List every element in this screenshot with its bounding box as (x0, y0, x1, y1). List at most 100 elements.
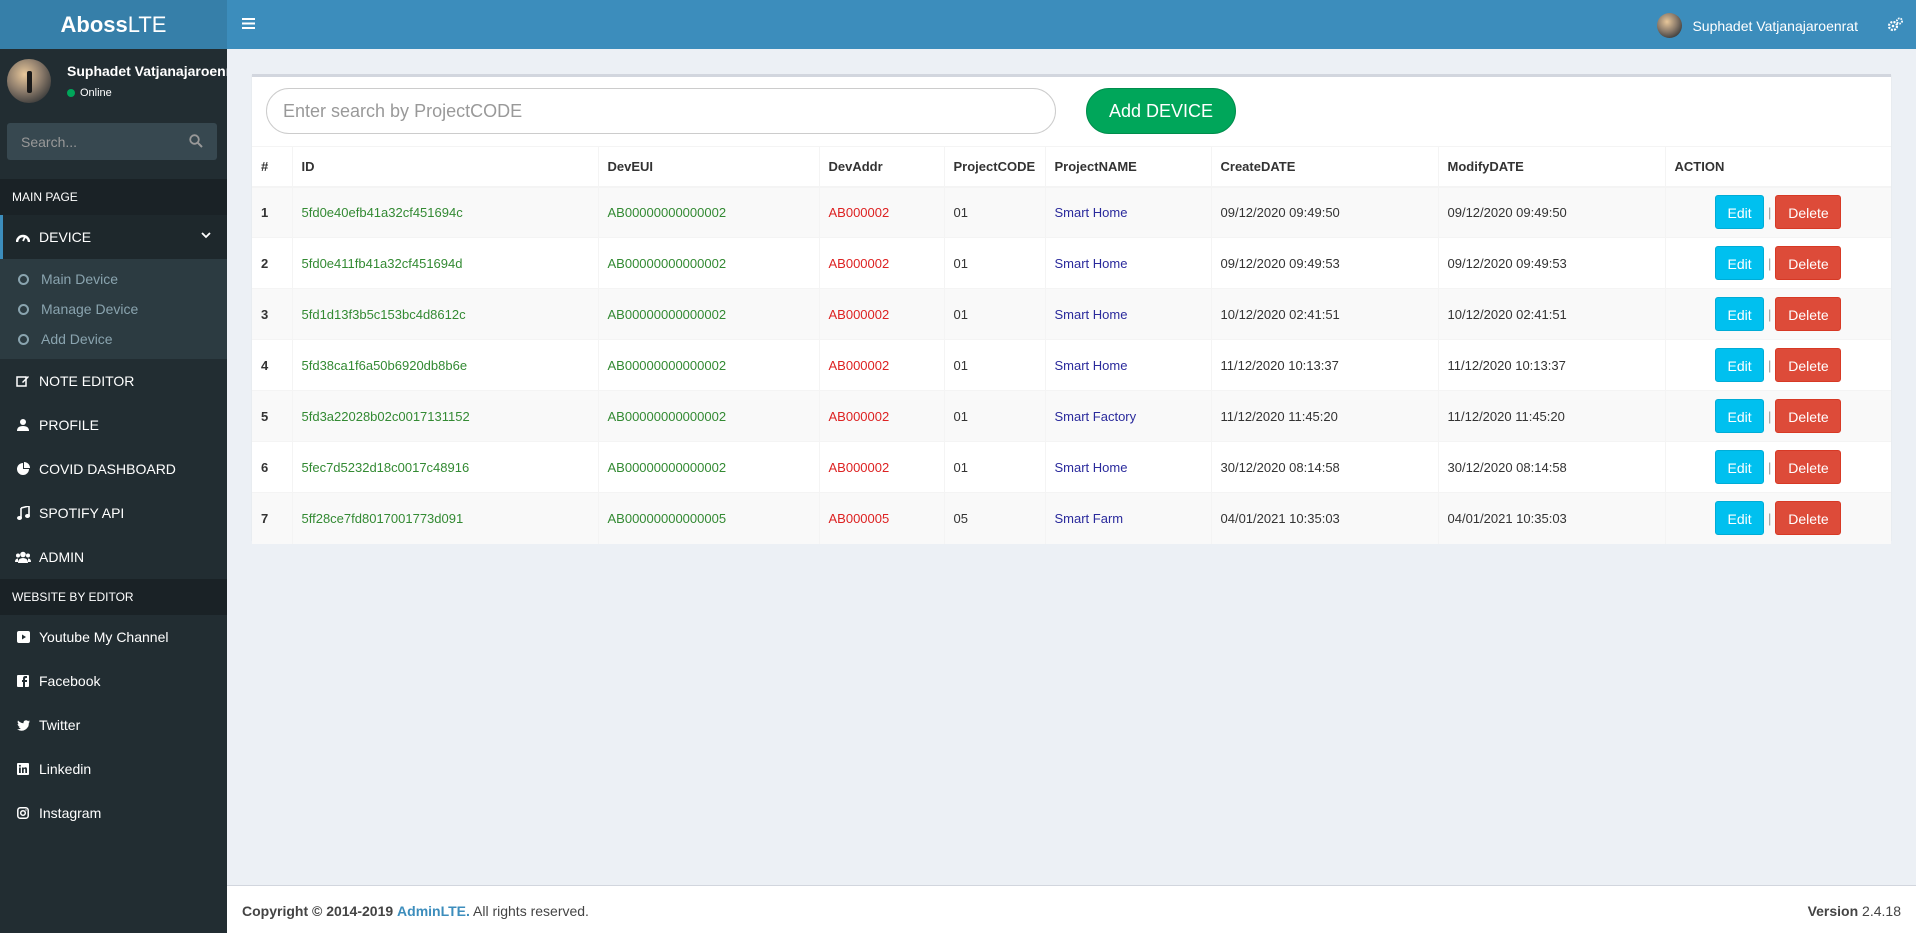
edit-icon (15, 374, 31, 388)
table-row: 6 5fec7d5232d18c0017c48916 AB0000000000000… (252, 441, 1891, 493)
music-icon (15, 506, 31, 520)
edit-button[interactable]: Edit (1715, 348, 1765, 382)
row-actions: Edit | Delete (1664, 339, 1891, 391)
device-id: 5fd38ca1f6a50b6920db8b6e (291, 339, 598, 391)
sidebar-item-note-editor[interactable]: NOTE EDITOR (0, 359, 227, 403)
column-header[interactable]: CreateDATE (1210, 146, 1438, 188)
column-header[interactable]: DevAddr (818, 146, 944, 188)
brand-bold: Aboss (60, 11, 128, 37)
sidebar-item-label: SPOTIFY API (39, 505, 125, 521)
project-name: Smart Home (1044, 441, 1211, 493)
sidebar-item-label: NOTE EDITOR (39, 373, 135, 389)
dev-addr: AB000002 (818, 288, 944, 340)
dev-eui: AB00000000000002 (597, 339, 819, 391)
delete-button[interactable]: Delete (1775, 195, 1842, 230)
copyright-text: Copyright © 2014-2019 (242, 903, 394, 919)
footer-copyright: Copyright © 2014-2019 AdminLTE. All righ… (242, 903, 589, 919)
user-status: Online (67, 87, 112, 99)
circle-icon (18, 333, 29, 345)
device-id: 5ff28ce7fd8017001773d091 (291, 492, 598, 544)
sidebar-link-youtube[interactable]: Youtube My Channel (0, 615, 227, 659)
sidebar-item-spotify-api[interactable]: SPOTIFY API (0, 491, 227, 535)
circle-icon (18, 303, 29, 315)
sidebar-link-instagram[interactable]: Instagram (0, 791, 227, 835)
row-index: 3 (252, 288, 292, 340)
column-header[interactable]: ModifyDATE (1437, 146, 1665, 188)
edit-button[interactable]: Edit (1715, 246, 1765, 280)
sidebar-link-label: Instagram (39, 805, 102, 821)
modify-date: 10/12/2020 02:41:51 (1437, 288, 1665, 340)
sidebar-subitem-manage-device[interactable]: Manage Device (0, 294, 227, 324)
delete-button[interactable]: Delete (1775, 501, 1842, 536)
navbar-avatar (1657, 13, 1683, 38)
column-header[interactable]: ProjectCODE (943, 146, 1045, 188)
pie-chart-icon (15, 462, 31, 476)
row-actions: Edit | Delete (1664, 237, 1891, 289)
user-panel: Suphadet Vatjanajaroenrat Online (0, 49, 227, 121)
project-code: 05 (943, 492, 1045, 544)
brand-logo[interactable]: Aboss LTE (0, 0, 227, 49)
dev-eui: AB00000000000005 (597, 492, 819, 544)
rights-text: All rights reserved. (469, 903, 589, 919)
add-device-button[interactable]: Add DEVICE (1086, 88, 1236, 134)
hamburger-menu-icon[interactable] (242, 17, 255, 30)
modify-date: 04/01/2021 10:35:03 (1437, 492, 1665, 544)
users-icon (15, 551, 31, 564)
sidebar-subitem-label: Main Device (41, 271, 119, 287)
action-separator: | (1768, 204, 1772, 220)
top-navbar: Suphadet Vatjanajaroenrat (227, 0, 1916, 49)
search-icon[interactable] (189, 134, 203, 148)
sidebar-search (7, 123, 217, 160)
navbar-user-menu[interactable]: Suphadet Vatjanajaroenrat (1657, 13, 1858, 38)
edit-button[interactable]: Edit (1715, 297, 1765, 331)
action-separator: | (1768, 357, 1772, 373)
row-index: 6 (252, 441, 292, 493)
sidebar-item-covid-dashboard[interactable]: COVID DASHBOARD (0, 447, 227, 491)
device-id: 5fd1d13f3b5c153bc4d8612c (291, 288, 598, 340)
column-header[interactable]: ProjectNAME (1044, 146, 1211, 188)
circle-icon (18, 273, 29, 285)
delete-button[interactable]: Delete (1775, 348, 1842, 382)
column-header[interactable]: DevEUI (597, 146, 819, 188)
sidebar-item-profile[interactable]: PROFILE (0, 403, 227, 447)
column-header[interactable]: ID (291, 146, 598, 188)
row-index: 2 (252, 237, 292, 289)
sidebar-item-admin[interactable]: ADMIN (0, 535, 227, 579)
sidebar-link-twitter[interactable]: Twitter (0, 703, 227, 747)
column-header[interactable]: # (252, 146, 292, 188)
adminlte-link[interactable]: AdminLTE. (397, 903, 470, 919)
navbar-user-name: Suphadet Vatjanajaroenrat (1692, 17, 1858, 34)
sidebar-link-linkedin[interactable]: Linkedin (0, 747, 227, 791)
sidebar-link-label: Facebook (39, 673, 101, 689)
edit-button[interactable]: Edit (1715, 450, 1765, 484)
table-row: 1 5fd0e40efb41a32cf451694c AB0000000000000… (252, 186, 1891, 238)
row-actions: Edit | Delete (1664, 288, 1891, 340)
sidebar-subitem-add-device[interactable]: Add Device (0, 324, 227, 354)
edit-button[interactable]: Edit (1715, 501, 1765, 536)
edit-button[interactable]: Edit (1715, 195, 1765, 230)
dev-eui: AB00000000000002 (597, 288, 819, 340)
delete-button[interactable]: Delete (1775, 246, 1842, 280)
action-separator: | (1768, 510, 1772, 526)
sidebar-link-facebook[interactable]: Facebook (0, 659, 227, 703)
sidebar-item-label: DEVICE (39, 229, 92, 245)
delete-button[interactable]: Delete (1775, 399, 1842, 433)
menu-header-main: MAIN PAGE (0, 179, 227, 215)
device-id: 5fec7d5232d18c0017c48916 (291, 441, 598, 493)
edit-button[interactable]: Edit (1715, 399, 1765, 433)
gears-icon[interactable] (1887, 17, 1903, 33)
brand-light: LTE (127, 11, 167, 37)
sidebar-item-label: PROFILE (39, 417, 99, 433)
delete-button[interactable]: Delete (1775, 450, 1842, 484)
sidebar-subitem-label: Manage Device (41, 301, 139, 317)
project-code-search-input[interactable] (266, 88, 1056, 134)
delete-button[interactable]: Delete (1775, 297, 1842, 331)
dev-eui: AB00000000000002 (597, 441, 819, 493)
dev-eui: AB00000000000002 (597, 237, 819, 289)
sidebar-subitem-main-device[interactable]: Main Device (0, 264, 227, 294)
modify-date: 11/12/2020 10:13:37 (1437, 339, 1665, 391)
sidebar-search-input[interactable] (7, 123, 217, 160)
project-name: Smart Farm (1044, 492, 1211, 544)
footer-version: Version 2.4.18 (1808, 903, 1901, 919)
sidebar-item-device[interactable]: DEVICE (0, 215, 227, 259)
